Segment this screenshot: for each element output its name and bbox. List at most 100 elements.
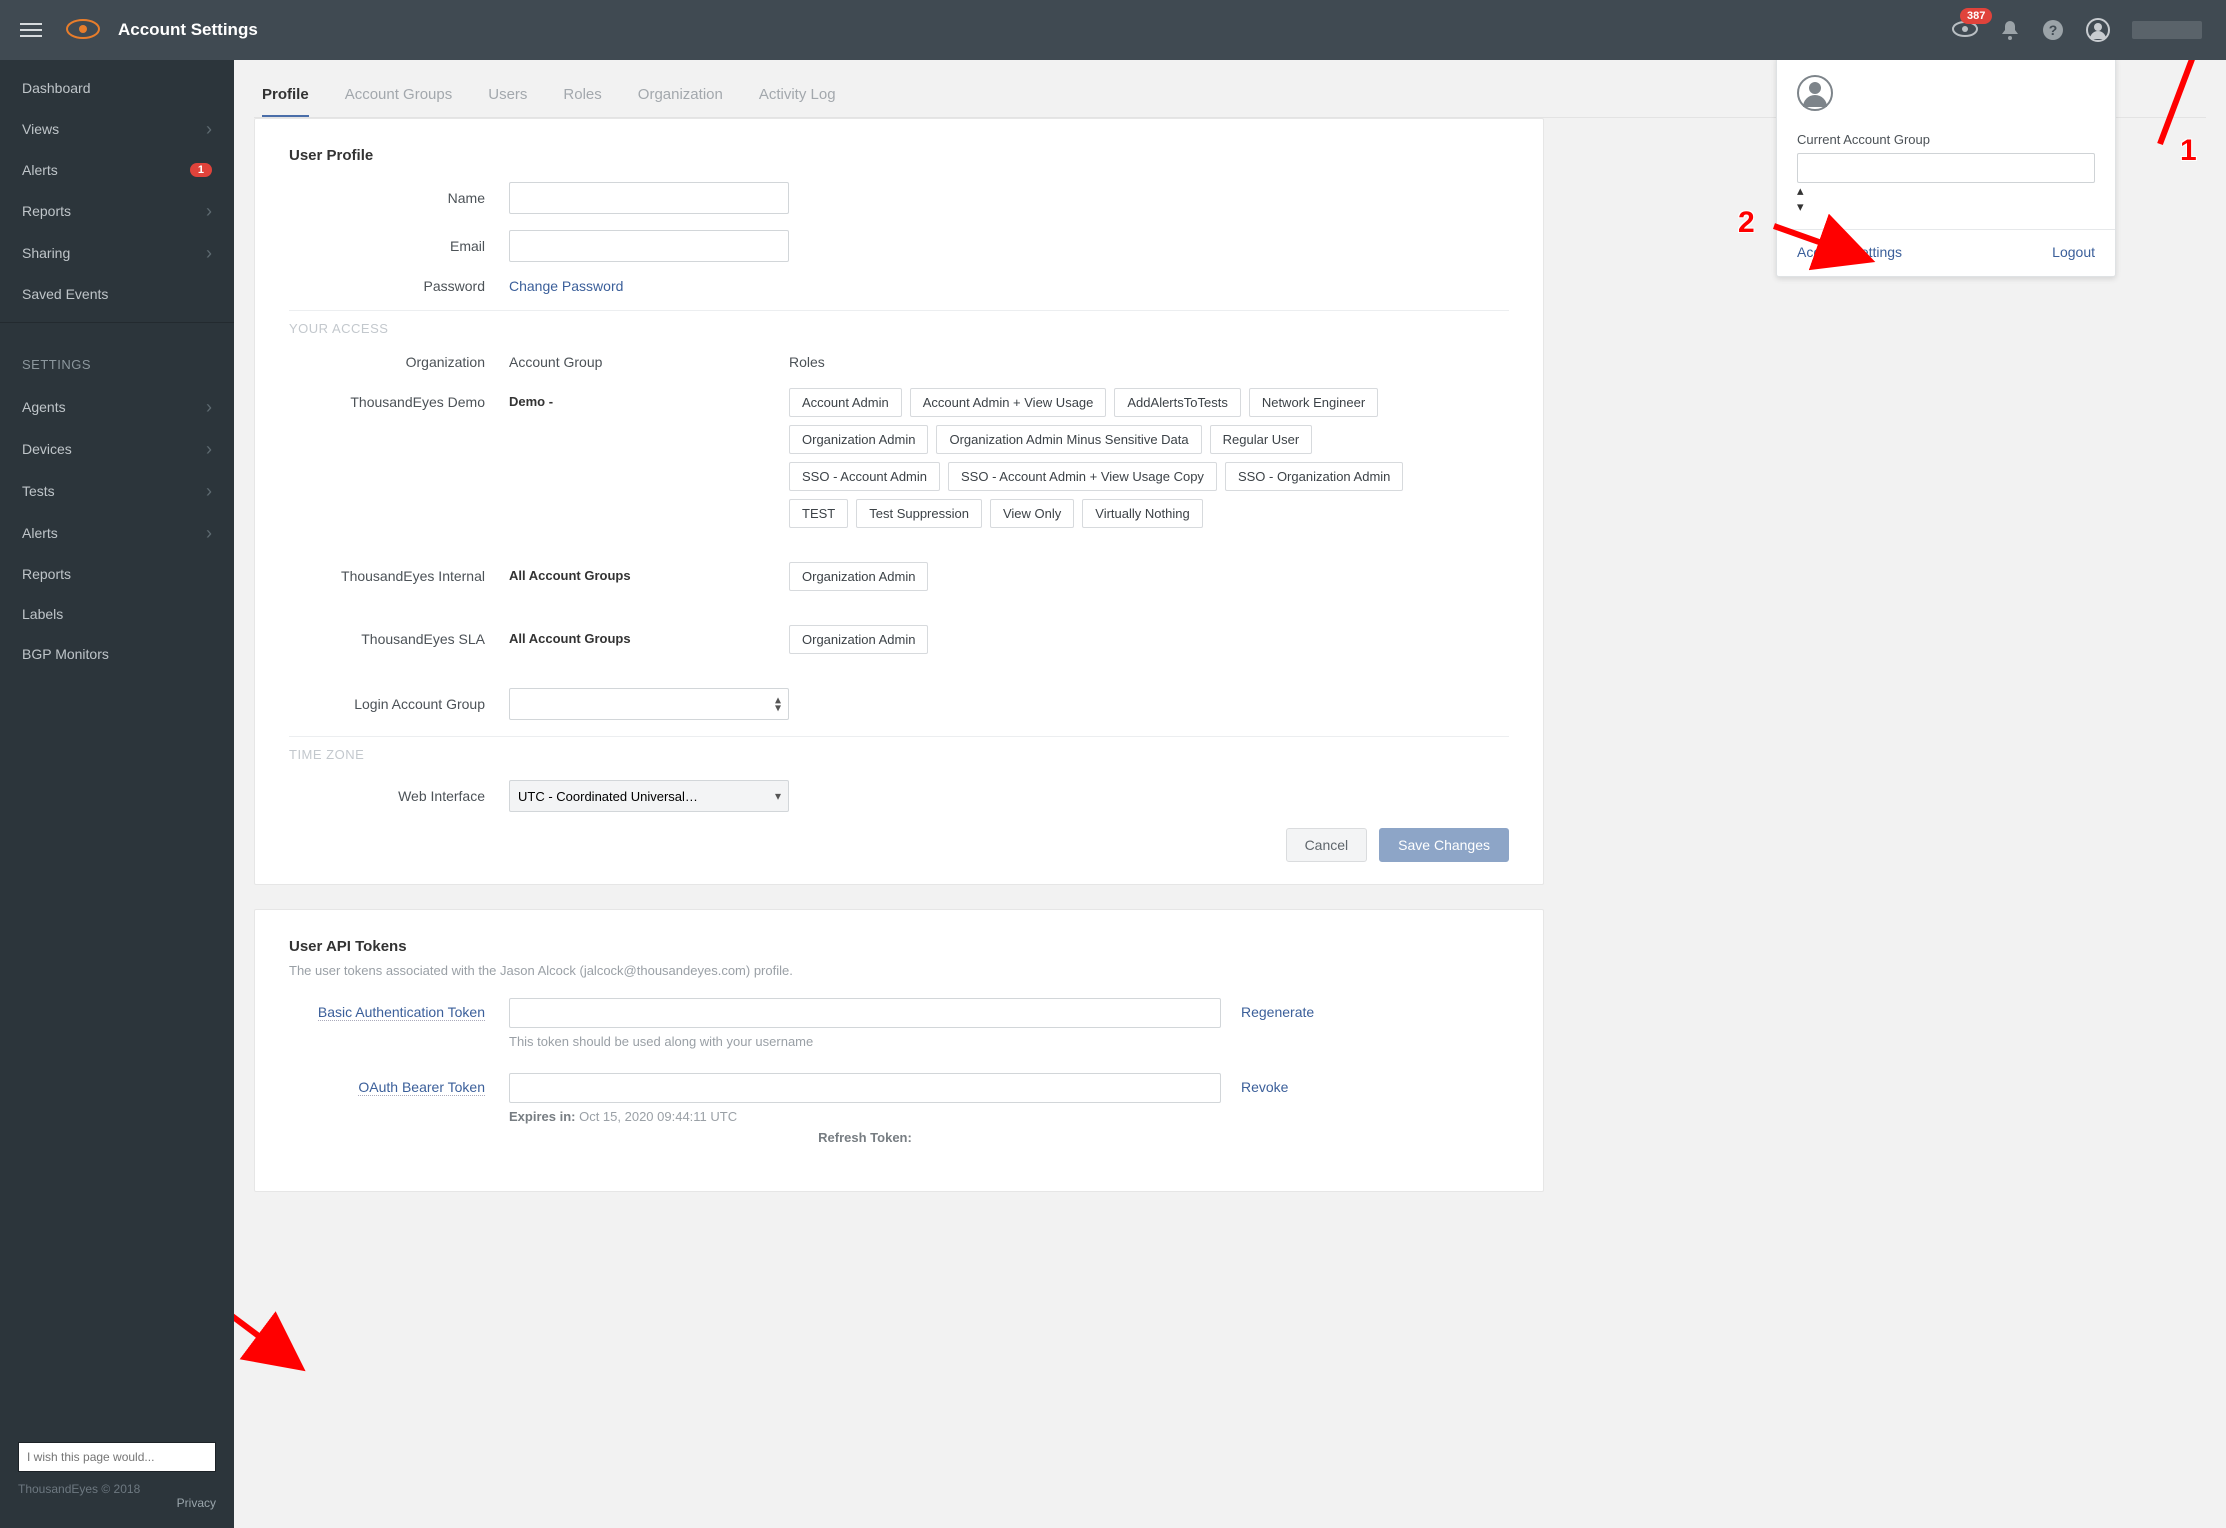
oauth-label: OAuth Bearer Token bbox=[358, 1079, 485, 1096]
tokens-panel: User API Tokens The user tokens associat… bbox=[254, 909, 1544, 1192]
refresh-token-label: Refresh Token: bbox=[818, 1130, 912, 1145]
organization-col: Organization bbox=[289, 354, 509, 370]
content: Current Account Group ▴▾ Account Setting… bbox=[234, 60, 2226, 1528]
profile-heading: User Profile bbox=[289, 147, 1509, 164]
sidebar-item-labels[interactable]: Labels bbox=[0, 594, 234, 634]
login-ag-label: Login Account Group bbox=[289, 696, 509, 712]
sidebar-item-reports-s[interactable]: Reports bbox=[0, 554, 234, 594]
sidebar-heading-settings: SETTINGS bbox=[0, 322, 234, 386]
web-interface-label: Web Interface bbox=[289, 788, 509, 804]
role-pill: View Only bbox=[990, 499, 1074, 528]
tokens-heading: User API Tokens bbox=[289, 938, 1509, 955]
role-pill: Virtually Nothing bbox=[1082, 499, 1202, 528]
sidebar-item-agents[interactable]: Agents› bbox=[0, 386, 234, 428]
copyright: ThousandEyes © 2018 bbox=[18, 1482, 216, 1496]
role-pill: TEST bbox=[789, 499, 848, 528]
role-pill: Organization Admin bbox=[789, 425, 928, 454]
chevron-right-icon: › bbox=[206, 482, 212, 500]
login-ag-select[interactable] bbox=[509, 688, 789, 720]
name-label: Name bbox=[289, 190, 509, 206]
roles-col: Roles bbox=[789, 354, 825, 370]
tab-profile[interactable]: Profile bbox=[262, 86, 309, 117]
account-group-name: All Account Groups bbox=[509, 625, 789, 646]
time-zone-head: TIME ZONE bbox=[289, 747, 1509, 762]
org-name: ThousandEyes Demo bbox=[289, 388, 509, 410]
basic-token-hint: This token should be used along with you… bbox=[509, 1034, 1221, 1049]
role-pill: Test Suppression bbox=[856, 499, 982, 528]
sidebar-item-reports[interactable]: Reports› bbox=[0, 190, 234, 232]
web-interface-select[interactable]: UTC - Coordinated Universal… bbox=[509, 780, 789, 812]
notif-badge: 387 bbox=[1960, 8, 1992, 24]
role-pill: Account Admin + View Usage bbox=[910, 388, 1107, 417]
privacy-link[interactable]: Privacy bbox=[18, 1496, 216, 1510]
select-arrows-icon: ▴▾ bbox=[1797, 183, 1804, 214]
sidebar-item-alerts[interactable]: Alerts1 bbox=[0, 150, 234, 190]
account-group-col: Account Group bbox=[509, 354, 789, 370]
org-name: ThousandEyes Internal bbox=[289, 562, 509, 584]
current-ag-select[interactable] bbox=[1797, 153, 2095, 183]
org-name: ThousandEyes SLA bbox=[289, 625, 509, 647]
svg-text:?: ? bbox=[2049, 22, 2058, 38]
sidebar-item-sharing[interactable]: Sharing› bbox=[0, 232, 234, 274]
sidebar-item-alerts-s[interactable]: Alerts› bbox=[0, 512, 234, 554]
wish-input[interactable] bbox=[18, 1442, 216, 1472]
access-row: ThousandEyes SLAAll Account GroupsOrgani… bbox=[289, 625, 1509, 654]
hamburger-icon[interactable] bbox=[14, 17, 48, 43]
page-title: Account Settings bbox=[118, 20, 258, 40]
tab-activity-log[interactable]: Activity Log bbox=[759, 86, 836, 117]
tab-roles[interactable]: Roles bbox=[563, 86, 601, 117]
user-name-chip[interactable] bbox=[2132, 21, 2202, 39]
sidebar-item-bgp[interactable]: BGP Monitors bbox=[0, 634, 234, 674]
chevron-right-icon: › bbox=[206, 524, 212, 542]
chevron-right-icon: › bbox=[206, 244, 212, 262]
tab-account-groups[interactable]: Account Groups bbox=[345, 86, 453, 117]
sidebar-item-tests[interactable]: Tests› bbox=[0, 470, 234, 512]
tokens-desc: The user tokens associated with the Jaso… bbox=[289, 963, 1509, 978]
access-row: ThousandEyes InternalAll Account GroupsO… bbox=[289, 562, 1509, 591]
tab-organization[interactable]: Organization bbox=[638, 86, 723, 117]
role-pill: Organization Admin bbox=[789, 562, 928, 591]
user-icon[interactable] bbox=[2086, 18, 2110, 42]
sidebar: Dashboard Views› Alerts1 Reports› Sharin… bbox=[0, 60, 234, 1528]
alert-count-badge: 1 bbox=[190, 163, 212, 177]
sidebar-item-views[interactable]: Views› bbox=[0, 108, 234, 150]
oauth-expires: Expires in: Oct 15, 2020 09:44:11 UTC bbox=[509, 1109, 1221, 1124]
access-row: ThousandEyes DemoDemo -Account Admin Acco… bbox=[289, 388, 1509, 528]
annotation-2: 2 bbox=[1738, 206, 1755, 240]
email-input[interactable] bbox=[509, 230, 789, 262]
current-ag-label: Current Account Group bbox=[1797, 132, 2095, 147]
account-settings-link[interactable]: Account Settings bbox=[1797, 244, 1902, 260]
account-group-name: All Account Groups bbox=[509, 562, 789, 583]
account-group-name: Demo - bbox=[509, 388, 789, 409]
chevron-right-icon: › bbox=[206, 120, 212, 138]
bell-icon[interactable] bbox=[2000, 19, 2020, 41]
role-pill: AddAlertsToTests bbox=[1114, 388, 1240, 417]
sidebar-item-dashboard[interactable]: Dashboard bbox=[0, 68, 234, 108]
chevron-right-icon: › bbox=[206, 398, 212, 416]
role-pill: Account Admin bbox=[789, 388, 902, 417]
basic-token-input[interactable] bbox=[509, 998, 1221, 1028]
regenerate-link[interactable]: Regenerate bbox=[1241, 998, 1314, 1020]
your-access-head: YOUR ACCESS bbox=[289, 321, 1509, 336]
save-button[interactable]: Save Changes bbox=[1379, 828, 1509, 862]
tab-users[interactable]: Users bbox=[488, 86, 527, 117]
logo-icon[interactable] bbox=[66, 18, 100, 43]
role-pill: SSO - Organization Admin bbox=[1225, 462, 1403, 491]
role-pill: Regular User bbox=[1210, 425, 1313, 454]
help-icon[interactable]: ? bbox=[2042, 19, 2064, 41]
change-password-link[interactable]: Change Password bbox=[509, 278, 623, 294]
logout-link[interactable]: Logout bbox=[2052, 244, 2095, 260]
topbar: Account Settings 387 ? bbox=[0, 0, 2226, 60]
role-pill: SSO - Account Admin + View Usage Copy bbox=[948, 462, 1217, 491]
name-input[interactable] bbox=[509, 182, 789, 214]
oauth-token-input[interactable] bbox=[509, 1073, 1221, 1103]
sidebar-item-saved-events[interactable]: Saved Events bbox=[0, 274, 234, 314]
revoke-link[interactable]: Revoke bbox=[1241, 1073, 1288, 1095]
password-label: Password bbox=[289, 278, 509, 294]
role-pill: Organization Admin bbox=[789, 625, 928, 654]
chevron-right-icon: › bbox=[206, 202, 212, 220]
profile-panel: User Profile Name Email Password Change … bbox=[254, 118, 1544, 885]
cancel-button[interactable]: Cancel bbox=[1286, 828, 1368, 862]
role-pill: Network Engineer bbox=[1249, 388, 1378, 417]
sidebar-item-devices[interactable]: Devices› bbox=[0, 428, 234, 470]
